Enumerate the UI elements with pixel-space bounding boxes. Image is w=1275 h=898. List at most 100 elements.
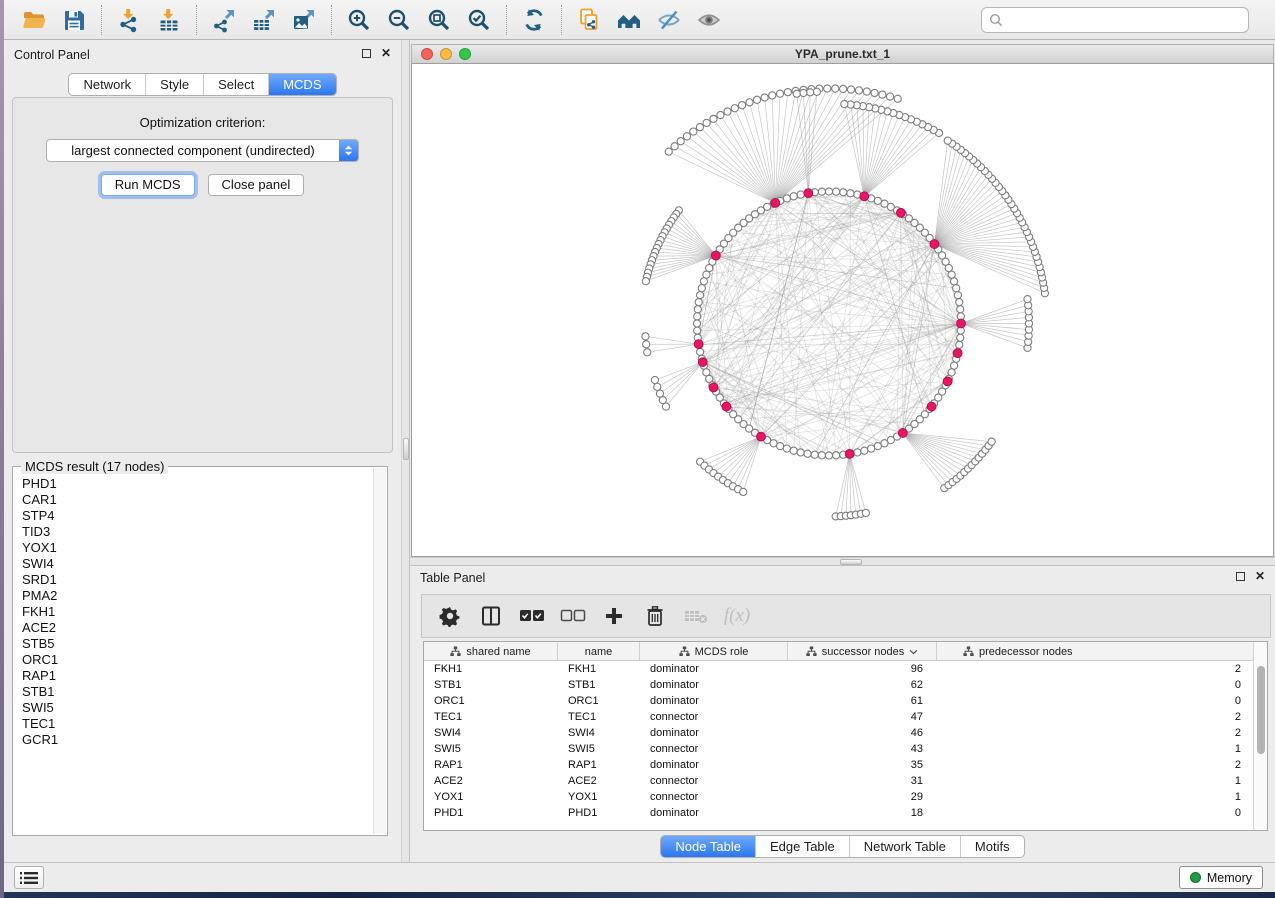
first-neighbors-button[interactable] (609, 3, 649, 37)
delete-columns-button[interactable] (639, 599, 671, 633)
table-row[interactable]: SWI5SWI5connector431 (424, 741, 1267, 757)
mcds-result-item[interactable]: TID3 (22, 524, 372, 540)
table-row[interactable]: TEC1TEC1connector472 (424, 709, 1267, 725)
add-column-button[interactable] (598, 599, 630, 633)
open-file-button[interactable] (14, 3, 54, 37)
tab-network[interactable]: Network (69, 74, 145, 95)
table-settings-button[interactable] (434, 599, 466, 633)
tab-style[interactable]: Style (145, 74, 203, 95)
table-row[interactable]: ORC1ORC1dominator610 (424, 693, 1267, 709)
close-panel-icon[interactable]: ✕ (381, 48, 391, 59)
mcds-result-item[interactable]: STP4 (22, 508, 372, 524)
table-row[interactable]: STB1STB1dominator620 (424, 677, 1267, 693)
horizontal-splitter[interactable] (410, 557, 1275, 566)
criterion-select[interactable]: largest connected component (undirected) (46, 139, 359, 162)
column-header-name[interactable]: name (558, 642, 640, 661)
column-header-successor-nodes[interactable]: successor nodes (788, 642, 937, 661)
cell-shared-name: SWI4 (424, 725, 558, 741)
select-all-button[interactable] (516, 599, 548, 633)
mcds-result-item[interactable]: SWI5 (22, 700, 372, 716)
zoom-out-button[interactable] (379, 3, 419, 37)
tab-select[interactable]: Select (203, 74, 268, 95)
column-header-mcds-role[interactable]: MCDS role (640, 642, 788, 661)
trash-icon (645, 605, 665, 627)
cell-predecessor-nodes: 2 (937, 757, 1255, 773)
cell-shared-name: SWI5 (424, 741, 558, 757)
close-table-panel-icon[interactable]: ✕ (1255, 571, 1265, 582)
export-network-button[interactable] (204, 3, 244, 37)
table-scrollbar[interactable] (1253, 642, 1267, 830)
new-network-from-selection-button[interactable] (569, 3, 609, 37)
network-canvas[interactable] (411, 63, 1274, 557)
float-panel-icon[interactable] (362, 49, 371, 58)
refresh-layout-button[interactable] (514, 3, 554, 37)
tab-node-table[interactable]: Node Table (661, 836, 755, 857)
search-field[interactable] (981, 7, 1249, 33)
show-columns-button[interactable] (475, 599, 507, 633)
mcds-list-scrollbar[interactable] (373, 468, 386, 834)
mcds-result-item[interactable]: STB5 (22, 636, 372, 652)
cell-successor-nodes: 46 (788, 725, 937, 741)
export-image-button[interactable] (284, 3, 324, 37)
mcds-result-item[interactable]: ORC1 (22, 652, 372, 668)
memory-status-icon (1190, 872, 1201, 883)
vertical-splitter-grip[interactable] (403, 438, 409, 460)
fx-icon: f(x) (724, 605, 750, 627)
table-row[interactable]: ACE2ACE2connector311 (424, 773, 1267, 789)
zoom-in-button[interactable] (339, 3, 379, 37)
mcds-result-item[interactable]: FKH1 (22, 604, 372, 620)
run-mcds-button[interactable]: Run MCDS (101, 174, 195, 196)
table-row[interactable]: PHD1PHD1dominator180 (424, 805, 1267, 821)
cell-successor-nodes: 31 (788, 773, 937, 789)
zoom-selected-button[interactable] (459, 3, 499, 37)
table-scrollbar-thumb[interactable] (1257, 666, 1265, 754)
cell-name: TEC1 (558, 709, 640, 725)
zoom-in-icon (346, 7, 372, 33)
vertical-splitter[interactable] (401, 40, 410, 862)
mcds-result-item[interactable]: SWI4 (22, 556, 372, 572)
hide-selected-button[interactable] (649, 3, 689, 37)
export-table-button[interactable] (244, 3, 284, 37)
import-table-button[interactable] (149, 3, 189, 37)
zoom-fit-button[interactable] (419, 3, 459, 37)
table-row[interactable]: YOX1YOX1connector291 (424, 789, 1267, 805)
mcds-result-item[interactable]: PHD1 (22, 476, 372, 492)
delete-table-button[interactable] (680, 599, 712, 633)
column-header-shared-name[interactable]: shared name (424, 642, 558, 661)
memory-button[interactable]: Memory (1179, 866, 1263, 889)
mcds-result-item[interactable]: CAR1 (22, 492, 372, 508)
tab-motifs[interactable]: Motifs (960, 836, 1024, 857)
deselect-all-button[interactable] (557, 599, 589, 633)
float-table-panel-icon[interactable] (1236, 572, 1245, 581)
column-header-predecessor-nodes[interactable]: predecessor nodes (937, 642, 1255, 661)
mcds-result-item[interactable]: TEC1 (22, 716, 372, 732)
mcds-result-item[interactable]: RAP1 (22, 668, 372, 684)
function-builder-button[interactable]: f(x) (721, 599, 753, 633)
mcds-result-item[interactable]: PMA2 (22, 588, 372, 604)
save-floppy-icon (61, 7, 87, 33)
network-graph[interactable] (412, 64, 1273, 556)
cell-shared-name: ORC1 (424, 693, 558, 709)
show-all-button[interactable] (689, 3, 729, 37)
show-panels-button[interactable] (14, 866, 44, 889)
search-input[interactable] (1008, 12, 1241, 27)
close-panel-button[interactable]: Close panel (208, 174, 305, 196)
table-row[interactable]: FKH1FKH1dominator962 (424, 661, 1267, 677)
save-session-button[interactable] (54, 3, 94, 37)
cell-shared-name: STB1 (424, 677, 558, 693)
tab-network-table[interactable]: Network Table (849, 836, 960, 857)
tab-mcds[interactable]: MCDS (268, 74, 335, 95)
import-network-button[interactable] (109, 3, 149, 37)
horizontal-splitter-grip[interactable] (840, 559, 862, 565)
network-titlebar[interactable]: YPA_prune.txt_1 (411, 44, 1274, 63)
mcds-result-item[interactable]: YOX1 (22, 540, 372, 556)
tab-edge-table[interactable]: Edge Table (755, 836, 849, 857)
table-row[interactable]: RAP1RAP1dominator352 (424, 757, 1267, 773)
zoom-fit-icon (426, 7, 452, 33)
mcds-panel: Optimization criterion: largest connecte… (12, 97, 393, 453)
mcds-result-item[interactable]: STB1 (22, 684, 372, 700)
mcds-result-item[interactable]: GCR1 (22, 732, 372, 748)
table-row[interactable]: SWI4SWI4dominator462 (424, 725, 1267, 741)
mcds-result-item[interactable]: SRD1 (22, 572, 372, 588)
mcds-result-item[interactable]: ACE2 (22, 620, 372, 636)
